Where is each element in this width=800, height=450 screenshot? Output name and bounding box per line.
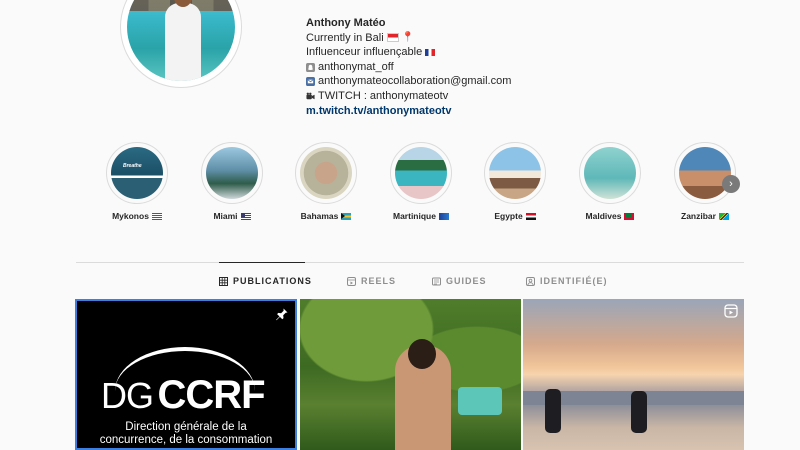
- caption-line: Direction générale de la: [125, 421, 247, 433]
- grid-icon: [219, 276, 228, 286]
- martinique-flag-icon: [438, 212, 449, 220]
- tab-publications[interactable]: PUBLICATIONS: [219, 276, 312, 286]
- highlight-label: Egypte: [483, 211, 547, 221]
- highlight-label: Mykonos: [105, 211, 169, 221]
- usa-flag-icon: [240, 212, 251, 220]
- reels-icon: [347, 276, 356, 286]
- highlight-ring: [295, 142, 357, 204]
- highlight-miami[interactable]: Miami: [200, 142, 264, 221]
- tagged-icon: [526, 276, 535, 286]
- snapchat-handle: anthonymat_off: [318, 60, 394, 73]
- email-icon: [306, 77, 315, 87]
- post-jungle-pool[interactable]: [300, 299, 521, 450]
- highlight-ring: Breathe: [106, 142, 168, 204]
- profile-avatar[interactable]: [120, 0, 242, 88]
- highlight-martinique[interactable]: Martinique: [389, 142, 453, 221]
- highlight-bahamas[interactable]: Bahamas: [294, 142, 358, 221]
- highlight-label-text: Maldives: [585, 211, 622, 221]
- highlight-cover: [584, 147, 636, 199]
- highlight-label-text: Miami: [213, 211, 238, 221]
- highlight-label: Bahamas: [294, 211, 358, 221]
- pin-emoji: 📍: [401, 31, 415, 43]
- bio-line-location: Currently in Bali 📍: [306, 31, 511, 46]
- greece-flag-icon: [151, 212, 162, 220]
- bio-line-snapchat: anthonymat_off: [306, 60, 511, 75]
- tanzania-flag-icon: [718, 212, 729, 220]
- avatar-photo: [127, 0, 235, 81]
- profile-name: Anthony Matéo: [306, 17, 386, 29]
- instagram-profile-page: Anthony Matéo Currently in Bali 📍 Influe…: [0, 0, 800, 450]
- highlight-cover: [489, 147, 541, 199]
- highlight-label-text: Egypte: [494, 211, 523, 221]
- tabs-divider: [76, 262, 744, 263]
- bio-location-text: Currently in Bali: [306, 31, 384, 44]
- highlight-label-text: Mykonos: [112, 211, 149, 221]
- caption-line: concurrence, de la consommation: [99, 434, 273, 446]
- highlight-ring: [484, 142, 546, 204]
- bio-line-tagline: Influenceur influençable: [306, 45, 511, 60]
- highlight-label-text: Martinique: [393, 211, 436, 221]
- runner-shape: [545, 389, 561, 433]
- highlight-cover-text: Breathe: [123, 163, 142, 169]
- highlight-cover: [395, 147, 447, 199]
- highlight-label: Miami: [200, 211, 264, 221]
- highlight-mykonos[interactable]: Breathe Mykonos: [105, 142, 169, 221]
- tab-reels[interactable]: REELS: [347, 276, 396, 286]
- reel-icon: [724, 304, 738, 318]
- highlight-label: Martinique: [389, 211, 453, 221]
- active-tab-indicator: [219, 262, 305, 263]
- highlight-ring: [201, 142, 263, 204]
- tab-guides-label: GUIDES: [446, 276, 487, 286]
- post-dgccrf[interactable]: DG CCRF Direction générale de la concurr…: [75, 299, 297, 450]
- logo-dg-text: DG: [101, 375, 154, 416]
- highlight-label: Zanzibar: [673, 211, 737, 221]
- post-beach-reel[interactable]: [523, 299, 744, 450]
- logo-ccrf-text: CCRF: [157, 373, 265, 417]
- chevron-right-icon: ›: [729, 178, 733, 190]
- highlight-ring: [674, 142, 736, 204]
- pin-icon: [276, 308, 288, 321]
- highlight-label-text: Zanzibar: [681, 211, 716, 221]
- highlights-next-button[interactable]: ›: [722, 175, 740, 193]
- post-caption: Direction générale de la concurrence, de…: [77, 421, 295, 447]
- profile-bio: Anthony Matéo Currently in Bali 📍 Influe…: [306, 16, 511, 118]
- maldives-flag-icon: [624, 212, 635, 220]
- dgccrf-logo: DG CCRF: [101, 373, 266, 418]
- highlight-cover: [300, 147, 352, 199]
- highlight-label: Maldives: [578, 211, 642, 221]
- highlight-label-text: Bahamas: [300, 211, 339, 221]
- highlight-maldives[interactable]: Maldives: [578, 142, 642, 221]
- egypt-flag-icon: [525, 212, 536, 220]
- pool-shape: [458, 387, 502, 415]
- video-camera-icon: [306, 92, 315, 99]
- tab-tagged-label: IDENTIFIÉ(E): [540, 276, 608, 286]
- profile-link[interactable]: m.twitch.tv/anthonymateotv: [306, 104, 511, 119]
- person-head-shape: [408, 339, 436, 369]
- highlight-cover: [206, 147, 258, 199]
- tab-tagged[interactable]: IDENTIFIÉ(E): [526, 276, 608, 286]
- bio-tagline-text: Influenceur influençable: [306, 46, 423, 59]
- guides-icon: [432, 277, 441, 285]
- highlight-egypte[interactable]: Egypte: [483, 142, 547, 221]
- indonesia-flag-icon: [386, 33, 399, 43]
- bahamas-flag-icon: [341, 212, 352, 220]
- highlight-ring: [579, 142, 641, 204]
- snapchat-ghost-icon: [306, 62, 315, 72]
- bio-line-twitch: TWITCH : anthonymateotv: [306, 89, 511, 104]
- highlight-cover: [679, 147, 731, 199]
- highlight-ring: [390, 142, 452, 204]
- tab-reels-label: REELS: [361, 276, 397, 286]
- tab-guides[interactable]: GUIDES: [432, 276, 487, 286]
- runner-shape: [631, 391, 647, 433]
- bio-line-email: anthonymateocollaboration@gmail.com: [306, 74, 511, 89]
- tab-publications-label: PUBLICATIONS: [233, 276, 312, 286]
- highlight-cover: Breathe: [111, 147, 163, 199]
- contact-email: anthonymateocollaboration@gmail.com: [318, 75, 512, 88]
- france-flag-icon: [425, 48, 436, 56]
- twitch-handle: TWITCH : anthonymateotv: [318, 89, 449, 102]
